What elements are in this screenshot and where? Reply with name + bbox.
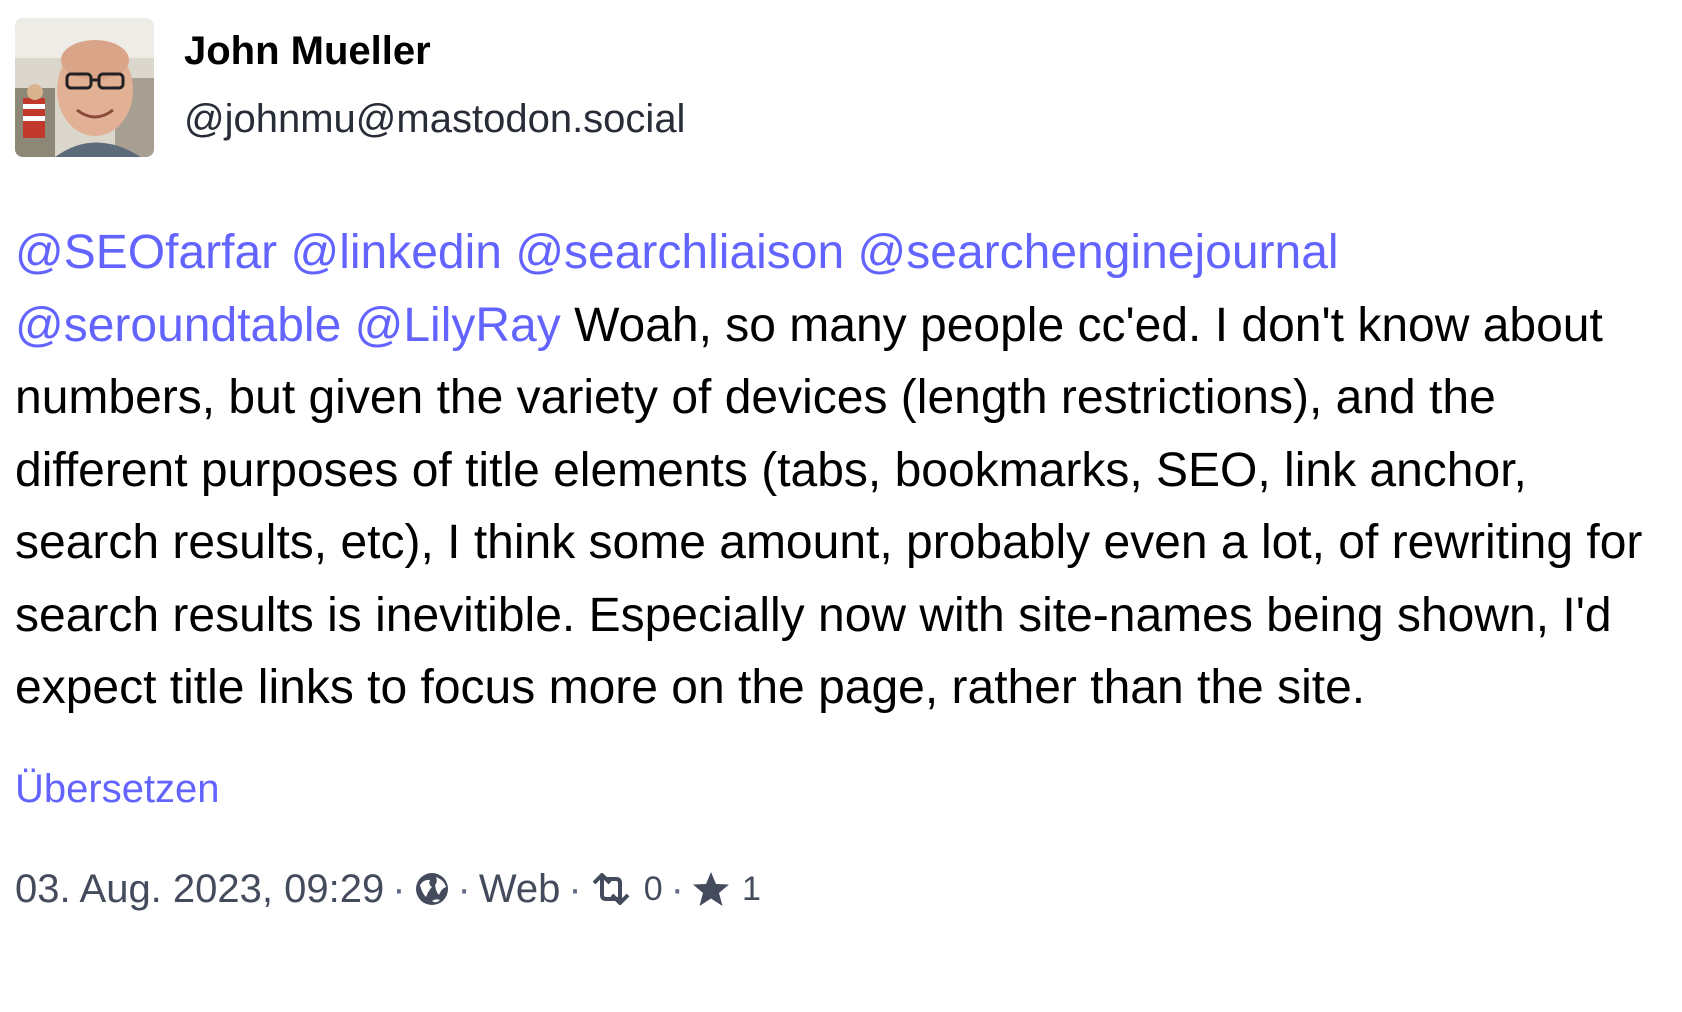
account-handle[interactable]: @johnmu@mastodon.social [184,96,685,142]
mention-link[interactable]: @seroundtable [15,299,341,352]
favourite-count: 1 [741,869,761,908]
meta-separator: · [670,866,684,911]
client-name: Web [478,866,561,911]
mention-link[interactable]: @linkedin [290,226,502,279]
meta-separator: · [392,866,406,911]
avatar[interactable] [15,18,154,157]
favourites-link[interactable]: 1 [692,865,761,913]
boost-icon [590,872,632,905]
status-meta: 03. Aug. 2023, 09:29 · · Web · 0 · 1 [15,865,1655,913]
author-names: John Mueller @johnmu@mastodon.social [184,28,685,142]
status-card: John Mueller @johnmu@mastodon.social @SE… [15,18,1655,913]
mention-link[interactable]: @LilyRay [355,299,561,352]
mention-link[interactable]: @SEOfarfar [15,226,277,279]
boost-count: 0 [643,869,663,908]
timestamp-link[interactable]: 03. Aug. 2023, 09:29 [15,865,384,913]
status-header: John Mueller @johnmu@mastodon.social [15,18,1655,157]
status-text: Woah, so many people cc'ed. I don't know… [15,298,1643,715]
star-icon [692,871,730,907]
status-content: @SEOfarfar @linkedin @searchliaison @sea… [15,217,1655,725]
meta-separator: · [568,866,582,911]
mention-link[interactable]: @searchliaison [515,226,844,279]
mention-link[interactable]: @searchenginejournal [858,226,1339,279]
translate-button[interactable]: Übersetzen [15,765,1655,813]
avatar-photo-icon [15,18,154,157]
boosts-link[interactable]: 0 [590,865,663,913]
globe-icon [414,871,450,907]
meta-separator: · [457,866,471,911]
display-name[interactable]: John Mueller [184,28,685,74]
